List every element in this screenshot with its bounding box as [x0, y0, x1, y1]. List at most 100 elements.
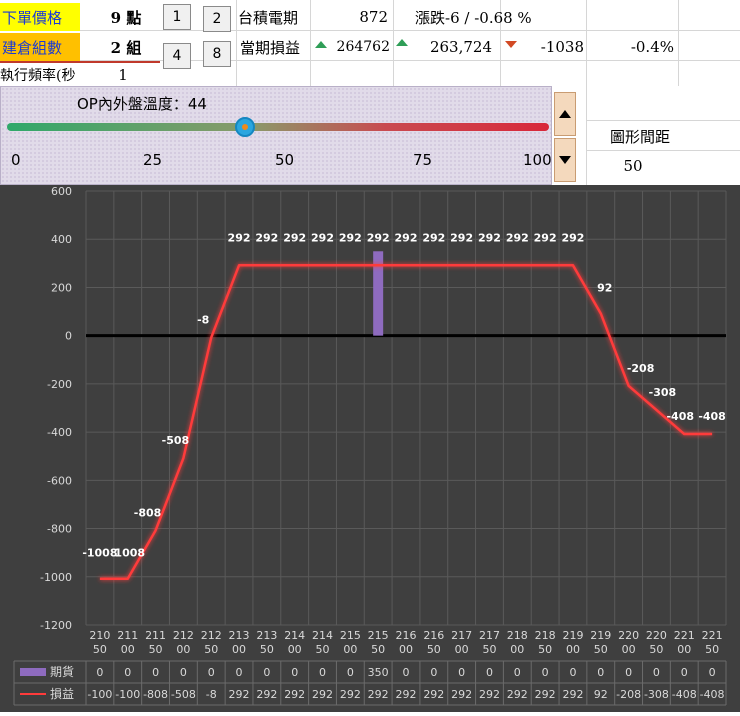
- table-cell-pnl: 292: [284, 688, 305, 701]
- x-tick-label: 00: [677, 643, 691, 656]
- table-cell-pnl: -100: [87, 688, 112, 701]
- frequency-label: 執行頻率(秒: [0, 68, 76, 84]
- table-cell-futures: 0: [625, 666, 632, 679]
- slider-track[interactable]: [7, 123, 549, 131]
- temperature-panel: OP內外盤溫度：44 0 25 50 75 100: [0, 86, 552, 185]
- table-cell-futures: 0: [124, 666, 131, 679]
- x-tick-label: 00: [566, 643, 580, 656]
- pnl-chart: 600 400 200 0 -200 -400 -600 -800 -1000 -1200 210 5…: [0, 185, 740, 712]
- table-cell-futures: 0: [542, 666, 549, 679]
- x-tick-label: 220: [618, 629, 639, 642]
- pnl-value-2: 263,724: [429, 38, 492, 56]
- scroll-down-button[interactable]: [554, 138, 576, 182]
- x-tick-label: 221: [674, 629, 695, 642]
- table-cell-pnl: 292: [312, 688, 333, 701]
- table-cell-pnl: -408: [672, 688, 697, 701]
- x-tick-label: 213: [256, 629, 277, 642]
- x-tick-label: 214: [312, 629, 333, 642]
- x-tick-label: 211: [117, 629, 138, 642]
- data-label: 292: [255, 231, 278, 244]
- x-tick-label: 220: [646, 629, 667, 642]
- x-tick-label: 210: [89, 629, 110, 642]
- x-tick-label: 00: [121, 643, 135, 656]
- table-cell-futures: 0: [653, 666, 660, 679]
- table-cell-pnl: 292: [396, 688, 417, 701]
- chart-svg: 6004002000-200-400-600-800-1000-12002105…: [13, 185, 727, 706]
- button-1[interactable]: 1: [163, 4, 191, 30]
- pnl-label: 當期損益: [240, 38, 301, 57]
- slider-tick-label: 100: [523, 151, 552, 169]
- up-arrow-icon: [315, 41, 327, 48]
- data-label: -508: [162, 434, 190, 447]
- table-cell-futures: 0: [208, 666, 215, 679]
- table-cell-pnl: -308: [644, 688, 669, 701]
- data-label: 292: [478, 231, 501, 244]
- x-tick-label: 50: [649, 643, 663, 656]
- x-tick-label: 216: [396, 629, 417, 642]
- x-tick-label: 212: [173, 629, 194, 642]
- y-tick-label: -1200: [40, 619, 72, 632]
- chart-gap-value[interactable]: 50: [600, 152, 666, 180]
- x-tick-label: 214: [284, 629, 305, 642]
- table-cell-futures: 0: [263, 666, 270, 679]
- tsmc-label: 台積電期: [238, 8, 299, 27]
- x-tick-label: 50: [482, 643, 496, 656]
- slider-thumb[interactable]: [235, 117, 256, 137]
- x-tick-label: 50: [149, 643, 163, 656]
- x-tick-label: 50: [260, 643, 274, 656]
- y-tick-label: 200: [51, 281, 72, 294]
- x-tick-label: 00: [288, 643, 302, 656]
- y-tick-label: 600: [51, 185, 72, 198]
- legend-label-pnl: 損益: [50, 686, 74, 701]
- slider-tick-label: 50: [275, 151, 295, 169]
- x-tick-label: 00: [455, 643, 469, 656]
- pnl-line: [99, 264, 713, 580]
- button-2[interactable]: 2: [203, 6, 231, 32]
- data-label: 292: [561, 231, 584, 244]
- table-cell-futures: 0: [458, 666, 465, 679]
- x-tick-label: 218: [535, 629, 556, 642]
- button-4[interactable]: 4: [163, 43, 191, 69]
- table-cell-pnl: -8: [206, 688, 217, 701]
- data-label: 292: [422, 231, 445, 244]
- table-cell-futures: 0: [597, 666, 604, 679]
- slider-tick-label: 25: [143, 151, 163, 169]
- x-tick-label: 50: [538, 643, 552, 656]
- table-cell-pnl: 292: [535, 688, 556, 701]
- button-8[interactable]: 8: [203, 41, 231, 67]
- y-tick-label: -800: [47, 523, 72, 536]
- x-tick-label: 219: [590, 629, 611, 642]
- pnl-value-1: 264762: [336, 39, 390, 55]
- table-cell-pnl: 292: [451, 688, 472, 701]
- slider-tick-label: 0: [11, 151, 21, 169]
- x-tick-label: 50: [93, 643, 107, 656]
- table-cell-pnl: -208: [616, 688, 641, 701]
- data-label: 292: [367, 231, 390, 244]
- caret-down-icon: [559, 156, 571, 164]
- scroll-up-button[interactable]: [554, 92, 576, 136]
- x-tick-label: 218: [507, 629, 528, 642]
- x-tick-label: 50: [371, 643, 385, 656]
- x-tick-label: 50: [204, 643, 218, 656]
- order-price-value[interactable]: 9 點: [96, 3, 156, 31]
- frequency-value[interactable]: 1: [108, 64, 138, 86]
- x-tick-label: 217: [479, 629, 500, 642]
- chart-gap-label: 圖形間距: [609, 127, 670, 146]
- table-cell-futures: 0: [681, 666, 688, 679]
- data-label: -808: [134, 506, 162, 519]
- data-label: 1008: [114, 547, 145, 560]
- table-cell-futures: 350: [368, 666, 389, 679]
- y-tick-label: 0: [65, 330, 72, 343]
- data-label: -408: [698, 410, 726, 423]
- data-label: 92: [597, 281, 612, 294]
- table-cell-pnl: 292: [256, 688, 277, 701]
- caret-up-icon: [559, 110, 571, 118]
- table-cell-futures: 0: [291, 666, 298, 679]
- data-label: 292: [339, 231, 362, 244]
- table-cell-pnl: 292: [423, 688, 444, 701]
- data-label: 292: [311, 231, 334, 244]
- position-value[interactable]: 2 組: [96, 33, 156, 61]
- x-tick-label: 213: [229, 629, 250, 642]
- x-tick-label: 216: [423, 629, 444, 642]
- grid-line: [678, 0, 679, 86]
